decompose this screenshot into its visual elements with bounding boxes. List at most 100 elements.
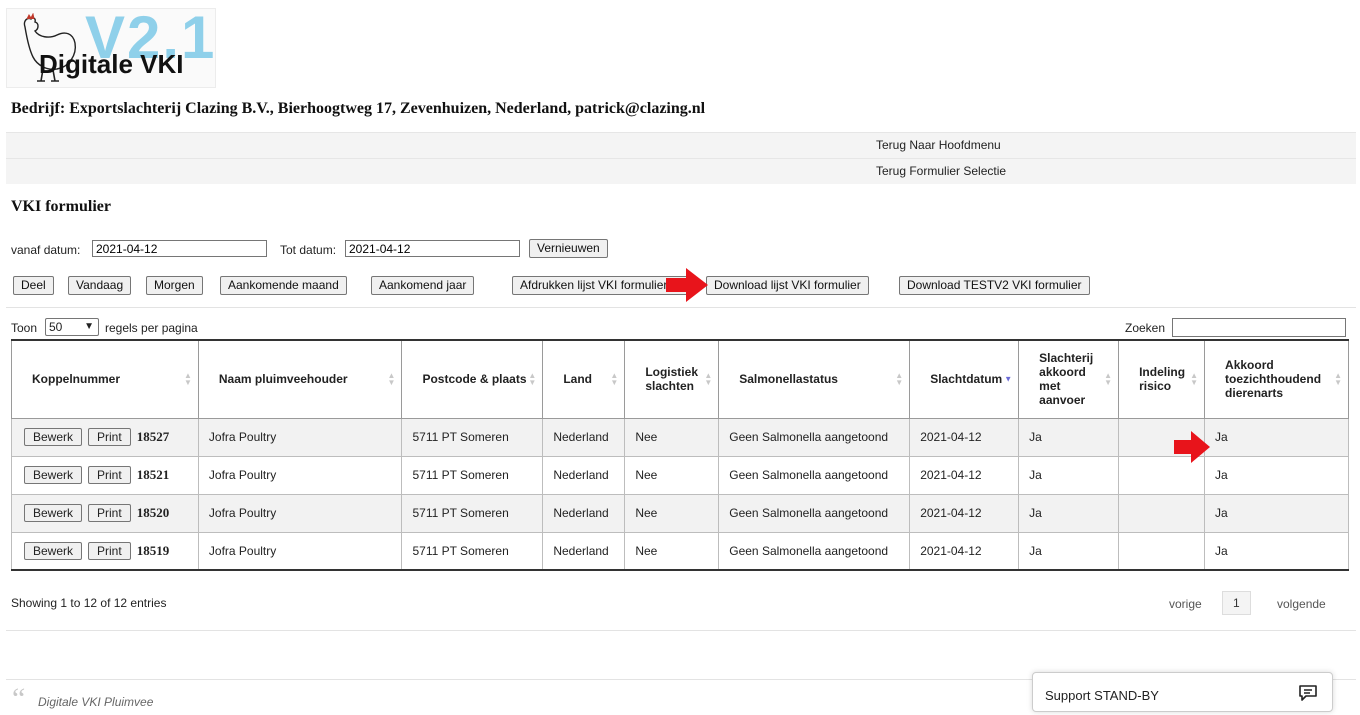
vandaag-button[interactable]: Vandaag <box>68 276 132 295</box>
cell-salmonella: Geen Salmonella aangetoond <box>718 417 911 457</box>
sort-icon: ▲ ▼ <box>704 371 713 388</box>
search-input[interactable] <box>1172 318 1346 337</box>
sort-icon: ▲ ▼ <box>528 371 537 388</box>
menu-row-forms: Terug Formulier Selectie <box>6 158 1356 184</box>
sort-icon: ▲ ▼ <box>387 371 396 388</box>
entries-info: Showing 1 to 12 of 12 entries <box>11 596 167 610</box>
edit-button[interactable]: Bewerk <box>24 541 83 560</box>
col-postcode[interactable]: Postcode & plaats ▲ ▼ <box>401 339 544 419</box>
cell-risico <box>1118 493 1206 533</box>
sort-icon: ▲ ▼ <box>1190 371 1199 388</box>
aankomende-maand-button[interactable]: Aankomende maand <box>220 276 347 295</box>
page-size-value: 50 <box>49 320 63 334</box>
morgen-button[interactable]: Morgen <box>146 276 203 295</box>
cell-akkoord: Ja <box>1204 455 1349 495</box>
koppelnummer: 18527 <box>136 429 170 444</box>
cell-salmonella: Geen Salmonella aangetoond <box>718 493 911 533</box>
chevron-down-icon: ▼ <box>84 321 94 332</box>
col-indeling-risico[interactable]: Indeling risico ▲ ▼ <box>1118 339 1206 419</box>
cell-akkoord: Ja <box>1204 531 1349 571</box>
sort-icon: ▲ ▼ <box>1104 371 1113 388</box>
col-koppelnummer[interactable]: Koppelnummer ▲ ▼ <box>11 339 199 419</box>
logo: V2.1 Digitale VKI <box>6 4 216 88</box>
support-widget[interactable]: Support STAND-BY <box>1032 672 1333 712</box>
download-testv2-button[interactable]: Download TESTV2 VKI formulier <box>899 276 1090 295</box>
from-date-input[interactable] <box>92 240 267 257</box>
table-row: Bewerk Print 18520 Jofra Poultry 5711 PT S… <box>11 493 1349 533</box>
sort-icon: ▲ ▼ <box>183 371 192 388</box>
to-date-input[interactable] <box>345 240 520 257</box>
cell-datum: 2021-04-12 <box>909 417 1020 457</box>
divider <box>6 307 1356 308</box>
edit-button[interactable]: Bewerk <box>24 504 83 522</box>
cell-datum: 2021-04-12 <box>909 493 1020 533</box>
sort-icon: ▲ ▼ <box>610 371 619 388</box>
company-info: Bedrijf: Exportslachterij Clazing B.V., … <box>11 100 706 117</box>
table-header-row: Koppelnummer ▲ ▼ Naam pluimveehouder ▲ ▼ Pos… <box>11 339 1349 419</box>
cell-logistiek: Nee <box>624 455 720 495</box>
refresh-button[interactable]: Vernieuwen <box>529 239 608 258</box>
aankomend-jaar-button[interactable]: Aankomend jaar <box>371 276 475 295</box>
show-label: Toon <box>11 321 38 335</box>
divider <box>6 630 1356 631</box>
cell-naam: Jofra Poultry <box>197 417 403 457</box>
sort-icon: ▲ ▼ <box>1334 371 1342 388</box>
cell-slachterij: Ja <box>1018 455 1120 495</box>
back-to-form-selection-link[interactable]: Terug Formulier Selectie <box>876 164 1006 178</box>
to-date-label: Tot datum: <box>280 243 337 257</box>
page-size-select[interactable]: 50 ▼ <box>45 318 99 336</box>
cell-logistiek: Nee <box>624 417 720 457</box>
cell-slachterij: Ja <box>1018 493 1120 533</box>
print-button[interactable]: Print <box>88 428 131 446</box>
print-list-button[interactable]: Afdrukken lijst VKI formulier <box>512 276 690 295</box>
edit-button[interactable]: Bewerk <box>24 466 83 484</box>
page-1-button[interactable]: 1 <box>1222 591 1251 615</box>
cell-slachterij: Ja <box>1018 531 1120 571</box>
cell-slachterij: Ja <box>1018 417 1120 457</box>
col-salmonella[interactable]: Salmonellastatus ▲ ▼ <box>718 339 911 419</box>
print-button[interactable]: Print <box>88 466 131 484</box>
cell-plaats: 5711 PT Someren <box>401 493 544 533</box>
table-row: Bewerk Print 18519 Jofra Poultry 5711 PT S… <box>11 531 1349 571</box>
table-row: Bewerk Print 18527 Jofra Poultry 5711 PT S… <box>11 417 1349 457</box>
cell-salmonella: Geen Salmonella aangetoond <box>718 455 911 495</box>
red-arrow-icon <box>666 268 708 302</box>
chat-icon <box>1299 685 1317 701</box>
col-naam[interactable]: Naam pluimveehouder ▲ ▼ <box>197 339 403 419</box>
back-to-main-menu-link[interactable]: Terug Naar Hoofdmenu <box>876 138 1001 152</box>
col-slachtdatum[interactable]: Slachtdatum ▼ <box>909 339 1020 419</box>
col-logistiek[interactable]: Logistiek slachten ▲ ▼ <box>624 339 720 419</box>
edit-button[interactable]: Bewerk <box>24 428 83 446</box>
cell-land: Nederland <box>542 417 626 457</box>
prev-page-link[interactable]: vorige <box>1169 597 1202 611</box>
cell-logistiek: Nee <box>624 531 720 571</box>
page-title: VKI formulier <box>11 198 111 215</box>
cell-land: Nederland <box>542 455 626 495</box>
print-button[interactable]: Print <box>88 504 131 522</box>
cell-logistiek: Nee <box>624 493 720 533</box>
per-page-label: regels per pagina <box>105 321 198 335</box>
col-akkoord-dierenarts[interactable]: Akkoord toezichthoudend dierenarts ▲ ▼ <box>1204 339 1349 419</box>
quote-icon: “ <box>12 682 26 715</box>
cell-akkoord: Ja <box>1204 493 1349 533</box>
vki-table: Koppelnummer ▲ ▼ Naam pluimveehouder ▲ ▼ Pos… <box>11 339 1349 571</box>
deel-button[interactable]: Deel <box>13 276 54 295</box>
koppelnummer: 18520 <box>136 505 170 520</box>
print-button[interactable]: Print <box>88 541 131 560</box>
cell-datum: 2021-04-12 <box>909 455 1020 495</box>
support-label: Support STAND-BY <box>1045 688 1159 703</box>
cell-land: Nederland <box>542 531 626 571</box>
menu-row-main: Terug Naar Hoofdmenu <box>6 132 1356 158</box>
cell-plaats: 5711 PT Someren <box>401 455 544 495</box>
col-land[interactable]: Land ▲ ▼ <box>542 339 626 419</box>
next-page-link[interactable]: volgende <box>1277 597 1326 611</box>
cell-risico <box>1118 531 1206 571</box>
cell-salmonella: Geen Salmonella aangetoond <box>718 531 911 571</box>
download-list-button[interactable]: Download lijst VKI formulier <box>706 276 869 295</box>
sort-desc-icon: ▼ <box>1004 374 1013 384</box>
col-slachterij-akkoord[interactable]: Slachterij akkoord met aanvoer ▲ ▼ <box>1018 339 1120 419</box>
search-label: Zoeken <box>1125 321 1166 335</box>
sort-icon: ▲ ▼ <box>895 371 904 388</box>
cell-land: Nederland <box>542 493 626 533</box>
table-row: Bewerk Print 18521 Jofra Poultry 5711 PT S… <box>11 455 1349 495</box>
